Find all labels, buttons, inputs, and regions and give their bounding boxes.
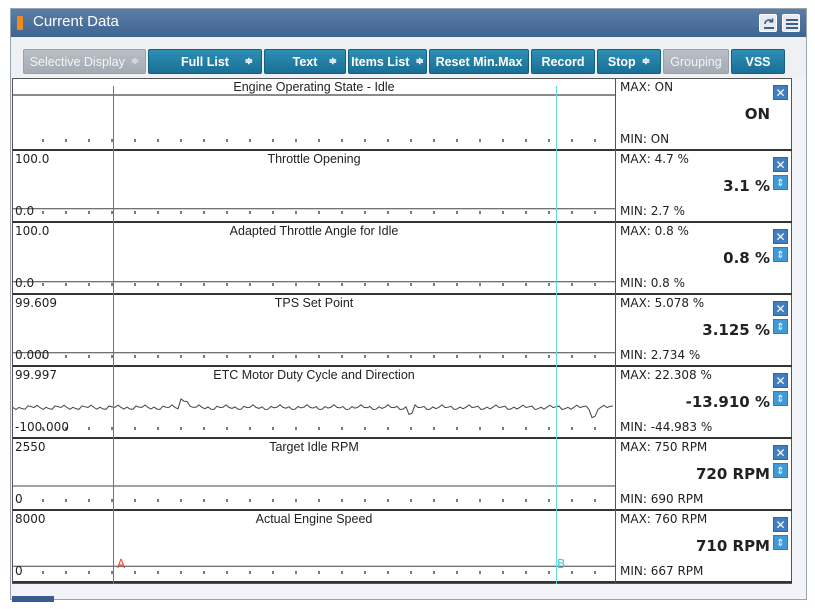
spinner-icon: ≑ xyxy=(641,55,651,67)
close-icon[interactable]: ✕ xyxy=(773,445,788,460)
sensor-name: Throttle Opening xyxy=(267,152,361,166)
record-label: Record xyxy=(541,54,585,69)
max-value: MAX: 5.078 % xyxy=(620,296,705,310)
cursor-b-label: B xyxy=(557,557,566,571)
stop-button[interactable]: Stop ≑ xyxy=(597,49,661,74)
scale-min-label: 0 xyxy=(15,564,23,578)
full-list-label: Full List xyxy=(181,54,229,69)
items-list-label: Items List xyxy=(351,54,410,69)
trace-line xyxy=(13,398,614,419)
sensor-name: Target Idle RPM xyxy=(269,440,359,454)
window-title: Current Data xyxy=(33,13,119,30)
value-row: MAX: 5.078 % 3.125 % MIN: 2.734 % ✕ ⇕ xyxy=(616,295,792,367)
max-value: MAX: 4.7 % xyxy=(620,152,689,166)
min-value: MIN: ON xyxy=(620,132,670,146)
current-value: ON xyxy=(744,105,770,123)
spinner-icon: ≑ xyxy=(328,55,337,67)
current-value: -13.910 % xyxy=(685,393,770,411)
close-icon[interactable]: ✕ xyxy=(773,301,788,316)
unit-toggle-icon[interactable]: ⇕ xyxy=(773,247,788,262)
graph-row[interactable]: 2550 Target Idle RPM 0 xyxy=(13,439,615,511)
graph-row[interactable]: 99.997 ETC Motor Duty Cycle and Direction… xyxy=(13,367,615,439)
value-area: MAX: ON ON MIN: ON ✕ MAX: 4.7 % 3.1 % MIN: 2.7… xyxy=(615,79,792,583)
close-icon[interactable]: ✕ xyxy=(773,229,788,244)
min-value: MIN: 2.7 % xyxy=(620,204,686,218)
current-value: 710 RPM xyxy=(695,537,770,555)
unit-toggle-icon[interactable]: ⇕ xyxy=(773,463,788,478)
spinner-icon: ≑ xyxy=(244,55,253,67)
current-value: 3.125 % xyxy=(702,321,770,339)
spinner-icon: ≑ xyxy=(130,55,140,67)
menu-icon[interactable] xyxy=(782,14,800,32)
full-list-button[interactable]: Full List ≑ xyxy=(148,49,262,74)
scale-min-label: 0.0 xyxy=(15,276,35,290)
sensor-name: TPS Set Point xyxy=(274,296,354,310)
value-row: MAX: 750 RPM 720 RPM MIN: 690 RPM ✕ ⇕ xyxy=(616,439,792,511)
sensor-name: Engine Operating State - Idle xyxy=(233,80,395,94)
graph-row[interactable]: 8000 Actual Engine Speed 0 xyxy=(13,511,615,583)
value-row: MAX: 22.308 % -13.910 % MIN: -44.983 % ✕ ⇕ xyxy=(616,367,792,439)
toolbar: Selective Display ≑ Full List ≑ Text ≑ I… xyxy=(11,37,806,77)
current-value: 0.8 % xyxy=(723,249,770,267)
record-button[interactable]: Record xyxy=(531,49,595,74)
sensor-name: ETC Motor Duty Cycle and Direction xyxy=(213,368,415,382)
spinner-icon: ≑ xyxy=(415,55,424,67)
scale-min-label: 0.000 xyxy=(15,348,50,362)
data-panel: Engine Operating State - Idle 100.0 Thrott… xyxy=(12,78,792,584)
max-value: MAX: 22.308 % xyxy=(620,368,712,382)
refresh-icon[interactable] xyxy=(759,14,777,32)
text-label: Text xyxy=(292,54,318,69)
close-icon[interactable]: ✕ xyxy=(773,373,788,388)
scale-min-label: 0.0 xyxy=(15,204,35,218)
text-button[interactable]: Text ≑ xyxy=(264,49,346,74)
close-icon[interactable]: ✕ xyxy=(773,517,788,532)
close-icon[interactable]: ✕ xyxy=(773,157,788,172)
items-list-button[interactable]: Items List ≑ xyxy=(348,49,427,74)
sensor-name: Adapted Throttle Angle for Idle xyxy=(229,224,399,238)
graph-row[interactable]: 100.0 Throttle Opening 0.0 xyxy=(13,151,615,223)
max-value: MAX: 0.8 % xyxy=(620,224,689,238)
graph-area[interactable]: Engine Operating State - Idle 100.0 Thrott… xyxy=(13,79,615,583)
scrollbar-thumb[interactable] xyxy=(12,596,54,602)
sensor-name: Actual Engine Speed xyxy=(255,512,373,526)
graph-row[interactable]: 100.0 Adapted Throttle Angle for Idle 0.0 xyxy=(13,223,615,295)
vss-label: VSS xyxy=(745,54,771,69)
title-bar: Current Data xyxy=(11,9,806,37)
reset-minmax-label: Reset Min.Max xyxy=(435,54,523,69)
vss-button[interactable]: VSS xyxy=(731,49,785,74)
value-row: MAX: 0.8 % 0.8 % MIN: 0.8 % ✕ ⇕ xyxy=(616,223,792,295)
value-row: MAX: ON ON MIN: ON ✕ xyxy=(616,79,792,151)
max-value: MAX: 750 RPM xyxy=(620,440,708,454)
cursor-a-line[interactable] xyxy=(113,86,114,584)
selective-display-button[interactable]: Selective Display ≑ xyxy=(23,49,146,74)
reset-minmax-button[interactable]: Reset Min.Max xyxy=(429,49,529,74)
value-row: MAX: 4.7 % 3.1 % MIN: 2.7 % ✕ ⇕ xyxy=(616,151,792,223)
unit-toggle-icon[interactable]: ⇕ xyxy=(773,175,788,190)
current-value: 3.1 % xyxy=(723,177,770,195)
min-value: MIN: 0.8 % xyxy=(620,276,686,290)
value-row: MAX: 760 RPM 710 RPM MIN: 667 RPM ✕ ⇕ xyxy=(616,511,792,583)
min-value: MIN: -44.983 % xyxy=(620,420,713,434)
scale-min-label: -100.000 xyxy=(15,420,69,434)
cursor-a-label: A xyxy=(117,557,126,571)
min-value: MIN: 690 RPM xyxy=(620,492,704,506)
close-icon[interactable]: ✕ xyxy=(773,85,788,100)
current-value: 720 RPM xyxy=(695,465,770,483)
min-value: MIN: 2.734 % xyxy=(620,348,701,362)
graph-row[interactable]: Engine Operating State - Idle xyxy=(13,79,615,151)
unit-toggle-icon[interactable]: ⇕ xyxy=(773,391,788,406)
max-value: MAX: 760 RPM xyxy=(620,512,708,526)
graph-row[interactable]: 99.609 TPS Set Point 0.000 xyxy=(13,295,615,367)
selective-display-label: Selective Display xyxy=(29,54,125,69)
cursor-b-line[interactable] xyxy=(556,86,557,584)
min-value: MIN: 667 RPM xyxy=(620,564,704,578)
scale-min-label: 0 xyxy=(15,492,23,506)
unit-toggle-icon[interactable]: ⇕ xyxy=(773,319,788,334)
grouping-label: Grouping xyxy=(670,54,722,69)
grouping-button[interactable]: Grouping xyxy=(663,49,729,74)
stop-label: Stop xyxy=(607,54,636,69)
unit-toggle-icon[interactable]: ⇕ xyxy=(773,535,788,550)
title-flag-icon xyxy=(17,16,23,30)
max-value: MAX: ON xyxy=(620,80,674,94)
